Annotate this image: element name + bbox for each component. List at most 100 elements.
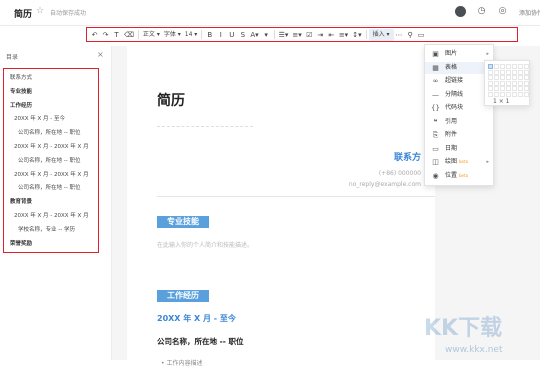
avatar[interactable] xyxy=(455,6,466,17)
table-grid-cell[interactable] xyxy=(488,86,493,91)
line-height-icon[interactable]: ↕▾ xyxy=(350,29,363,41)
toc-item[interactable]: 20XX 年 X 月 - 20XX 年 X 月 xyxy=(14,170,89,178)
table-grid-cell[interactable] xyxy=(524,80,529,86)
skills-placeholder[interactable]: 在此输入你的个人简介和技能描述。 xyxy=(157,240,253,249)
table-grid-cell[interactable] xyxy=(518,69,523,75)
document-page[interactable]: 简历 联系方 (+86) 000000 no_reply@example.com… xyxy=(127,46,435,367)
table-grid-cell[interactable] xyxy=(500,91,505,97)
bulleted-list-icon[interactable]: ☰▾ xyxy=(277,29,291,41)
work-date[interactable]: 20XX 年 X 月 - 至今 xyxy=(157,313,236,324)
table-grid-cell[interactable] xyxy=(488,75,493,80)
table-grid-cell[interactable] xyxy=(506,91,511,97)
italic-icon[interactable]: I xyxy=(215,29,226,41)
toc-item[interactable]: 教育背景 xyxy=(10,197,32,205)
table-grid-cell[interactable] xyxy=(524,86,529,91)
font-size-select[interactable]: 14 ▾ xyxy=(183,29,200,41)
work-bullet[interactable]: • 工作内容描述 xyxy=(161,358,202,367)
toc-item[interactable]: 公司名称，所在地 -- 职位 xyxy=(18,183,80,191)
font-select[interactable]: 字体 ▾ xyxy=(162,29,183,41)
highlight-icon[interactable]: ▾ xyxy=(261,29,272,41)
toc-item[interactable]: 公司名称，所在地 -- 职位 xyxy=(18,156,80,164)
table-grid-cell[interactable] xyxy=(506,64,511,69)
menu-item-attachment[interactable]: ⎘ 附件 xyxy=(425,129,495,141)
menu-item-image[interactable]: ▣ 图片 ▸ xyxy=(425,48,495,60)
table-grid-cell[interactable] xyxy=(494,80,499,86)
table-grid-cell[interactable] xyxy=(524,91,529,97)
table-grid-cell[interactable] xyxy=(494,69,499,75)
more-icon[interactable]: ⋯ xyxy=(394,29,405,41)
table-grid-cell[interactable] xyxy=(506,80,511,86)
table-grid-cell[interactable] xyxy=(494,75,499,80)
table-grid-cell[interactable] xyxy=(488,80,493,86)
table-grid-cell[interactable] xyxy=(500,64,505,69)
outdent-icon[interactable]: ⇤ xyxy=(326,29,337,41)
table-grid-cell[interactable] xyxy=(488,69,493,75)
table-grid-cell[interactable] xyxy=(500,80,505,86)
undo-icon[interactable]: ↶ xyxy=(89,29,100,41)
table-grid-cell[interactable] xyxy=(512,80,517,86)
table-grid-cell[interactable] xyxy=(518,75,523,80)
table-grid-cell[interactable] xyxy=(500,69,505,75)
settings-icon[interactable]: ◎ xyxy=(497,6,508,17)
align-icon[interactable]: ≡▾ xyxy=(337,29,350,41)
toc-item[interactable]: 专业技能 xyxy=(10,87,32,95)
work-section-heading[interactable]: 工作经历 xyxy=(157,290,209,302)
toc-item[interactable]: 工作经历 xyxy=(10,101,32,109)
table-grid-cell[interactable] xyxy=(506,75,511,80)
star-icon[interactable]: ☆ xyxy=(36,6,46,16)
table-grid-cell[interactable] xyxy=(506,69,511,75)
toc-item[interactable]: 学校名称，专业 -- 学历 xyxy=(18,225,75,233)
table-grid-cell[interactable] xyxy=(512,86,517,91)
toc-item[interactable]: 公司名称，所在地 -- 职位 xyxy=(18,128,80,136)
close-icon[interactable]: × xyxy=(97,50,104,59)
strikethrough-icon[interactable]: S xyxy=(237,29,248,41)
toc-item[interactable]: 20XX 年 X 月 - 20XX 年 X 月 xyxy=(14,211,89,219)
clear-format-icon[interactable]: ⌫ xyxy=(122,29,136,41)
contact-heading[interactable]: 联系方 xyxy=(394,150,421,163)
phone-text[interactable]: (+86) 000000 xyxy=(379,170,421,177)
table-grid-cell[interactable] xyxy=(518,86,523,91)
table-grid-cell[interactable] xyxy=(524,64,529,69)
page-title[interactable]: 简历 xyxy=(157,90,185,110)
table-grid-cell[interactable] xyxy=(494,91,499,97)
indent-icon[interactable]: ⇥ xyxy=(315,29,326,41)
menu-item-location[interactable]: ◉ 位置 beta xyxy=(425,170,495,182)
table-grid-cell[interactable] xyxy=(500,86,505,91)
table-grid-cell[interactable] xyxy=(518,64,523,69)
skills-section-heading[interactable]: 专业技能 xyxy=(157,216,209,228)
history-icon[interactable]: ◷ xyxy=(476,6,487,17)
toc-item[interactable]: 20XX 年 X 月 - 至今 xyxy=(14,114,65,122)
document-title[interactable]: 简历 xyxy=(14,7,32,20)
menu-item-flowchart[interactable]: ◫ 绘图 beta ▸ xyxy=(425,156,495,168)
table-grid-cell[interactable] xyxy=(494,86,499,91)
table-grid-cell[interactable] xyxy=(512,91,517,97)
add-collaborator-button[interactable]: 添加协作 xyxy=(519,8,540,17)
numbered-list-icon[interactable]: ≡▾ xyxy=(290,29,303,41)
table-grid-cell[interactable] xyxy=(524,69,529,75)
table-grid-cell[interactable] xyxy=(518,91,523,97)
redo-icon[interactable]: ↷ xyxy=(100,29,111,41)
table-grid-cell[interactable] xyxy=(500,75,505,80)
menu-item-quote[interactable]: ❝ 引用 xyxy=(425,116,495,128)
menu-item-date[interactable]: ▭ 日期 xyxy=(425,143,495,155)
table-grid-cell[interactable] xyxy=(488,91,493,97)
email-text[interactable]: no_reply@example.com xyxy=(349,181,421,188)
table-grid-cell[interactable] xyxy=(512,64,517,69)
toc-item[interactable]: 20XX 年 X 月 - 20XX 年 X 月 xyxy=(14,142,89,150)
table-grid-cell[interactable] xyxy=(506,86,511,91)
table-grid-cell[interactable] xyxy=(512,75,517,80)
bold-icon[interactable]: B xyxy=(204,29,215,41)
table-grid-cell[interactable] xyxy=(518,80,523,86)
work-company[interactable]: 公司名称，所在地 -- 职位 xyxy=(157,336,243,347)
table-grid-cell[interactable] xyxy=(512,69,517,75)
toc-item[interactable]: 联系方式 xyxy=(10,73,32,81)
comment-icon[interactable]: ▭ xyxy=(416,29,427,41)
table-grid-cell[interactable] xyxy=(488,64,493,69)
underline-icon[interactable]: U xyxy=(226,29,237,41)
insert-button[interactable]: 插入 ▾ xyxy=(368,28,394,41)
table-grid-cell[interactable] xyxy=(494,64,499,69)
checklist-icon[interactable]: ☑ xyxy=(304,29,315,41)
search-icon[interactable]: ⚲ xyxy=(405,29,416,41)
table-grid-cell[interactable] xyxy=(524,75,529,80)
toc-item[interactable]: 荣誉奖励 xyxy=(10,239,32,247)
